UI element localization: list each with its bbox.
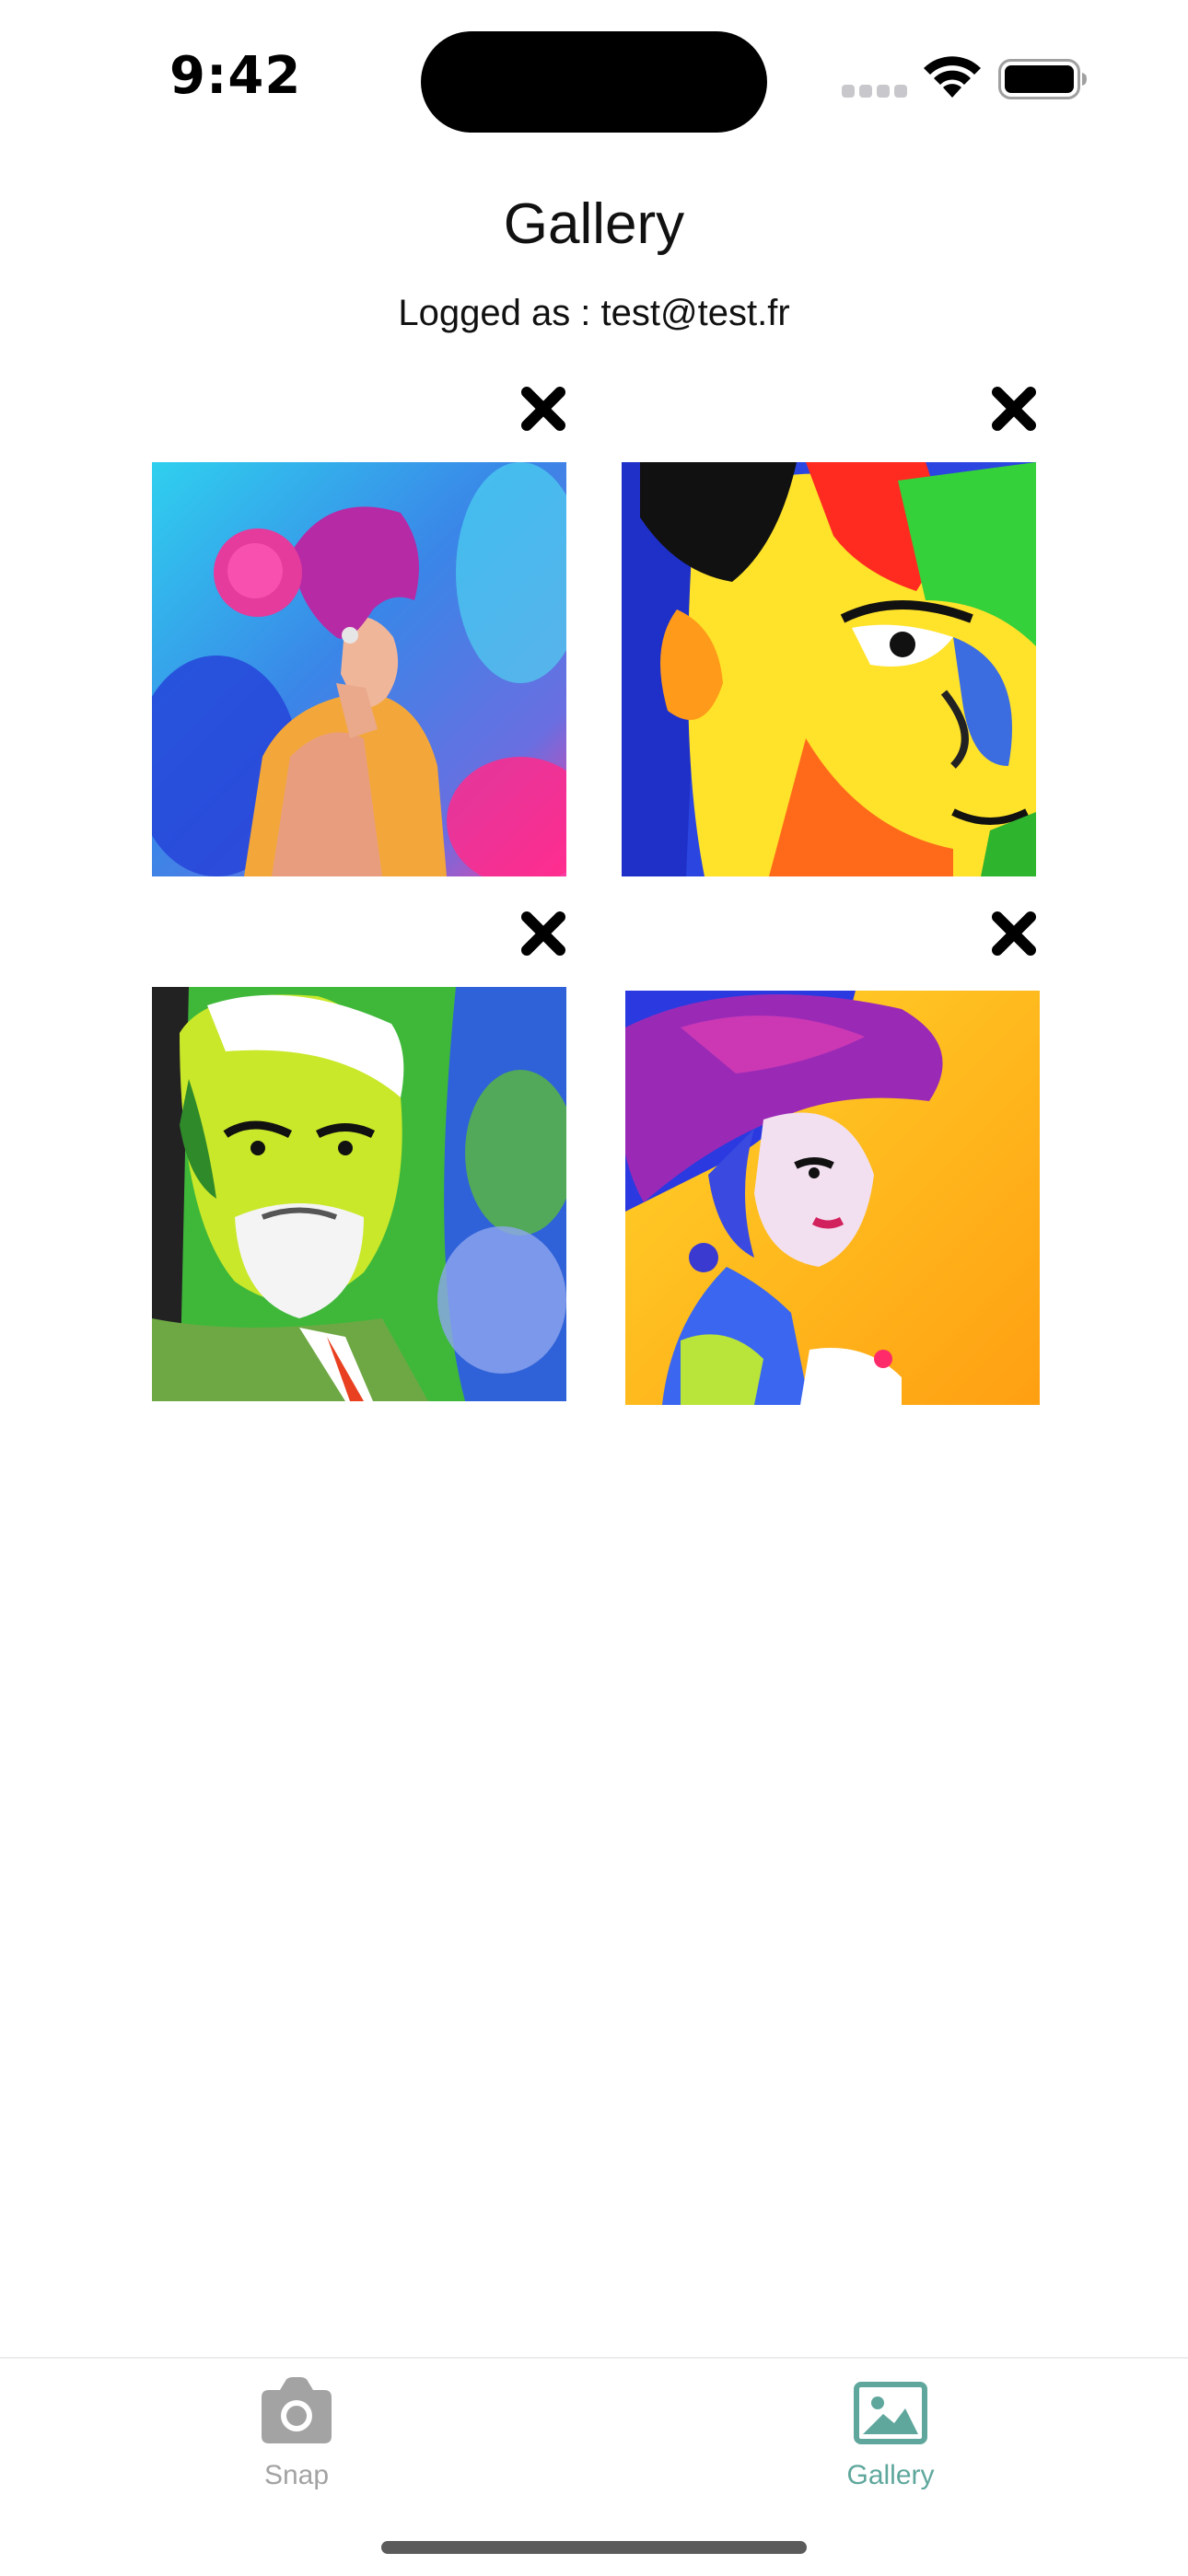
- man-colorful-face-portrait: [622, 462, 1036, 876]
- gallery-image-old-man-beard[interactable]: [152, 987, 566, 1401]
- woman-pink-hair-portrait: [152, 462, 566, 876]
- close-icon: [521, 911, 565, 956]
- tab-snap[interactable]: Snap: [158, 2359, 435, 2497]
- tab-snap-label: Snap: [263, 2460, 330, 2490]
- delete-image-button[interactable]: [986, 381, 1042, 436]
- delete-image-button[interactable]: [986, 906, 1042, 961]
- gallery-image-woman-hat[interactable]: [625, 991, 1040, 1405]
- delete-image-button[interactable]: [516, 381, 571, 436]
- delete-image-button[interactable]: [516, 906, 571, 961]
- gallery-grid: [0, 0, 1188, 1473]
- close-icon: [992, 387, 1036, 431]
- home-indicator[interactable]: [381, 2541, 807, 2554]
- close-icon: [521, 387, 565, 431]
- tab-gallery[interactable]: Gallery: [752, 2359, 1029, 2497]
- old-man-white-beard-portrait: [152, 987, 566, 1401]
- tab-gallery-label: Gallery: [846, 2460, 935, 2490]
- camera-icon: [262, 2377, 332, 2443]
- gallery-image-man-colorful-face[interactable]: [622, 462, 1036, 876]
- close-icon: [992, 911, 1036, 956]
- woman-hat-portrait: [625, 991, 1040, 1405]
- gallery-image-woman-pink-hair[interactable]: [152, 462, 566, 876]
- image-icon: [854, 2382, 927, 2444]
